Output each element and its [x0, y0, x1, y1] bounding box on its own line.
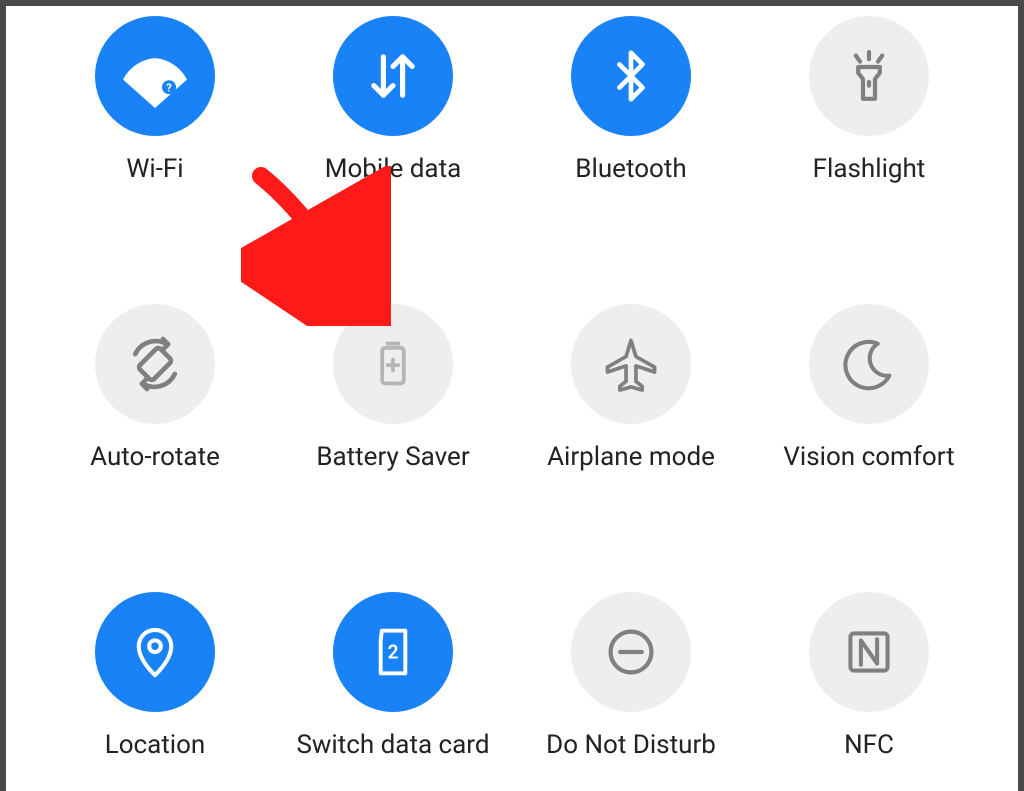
tile-label: Bluetooth: [575, 154, 686, 184]
tile-label: Switch data card: [296, 730, 489, 760]
tile-label: Mobile data: [325, 154, 461, 184]
auto-rotate-icon: [95, 304, 215, 424]
tile-bluetooth[interactable]: Bluetooth: [571, 16, 691, 184]
tile-flashlight[interactable]: Flashlight: [809, 16, 929, 184]
tile-label: Wi-Fi: [126, 154, 183, 184]
tile-label: Vision comfort: [783, 442, 954, 472]
battery-saver-icon: [333, 304, 453, 424]
nfc-icon: [809, 592, 929, 712]
quick-settings-grid: ? Wi-Fi Mobile data: [6, 16, 1018, 760]
tile-vision-comfort[interactable]: Vision comfort: [783, 304, 954, 472]
tile-label: Auto-rotate: [90, 442, 220, 472]
moon-icon: [809, 304, 929, 424]
tile-wifi[interactable]: ? Wi-Fi: [95, 16, 215, 184]
tile-label: NFC: [844, 730, 894, 760]
tile-mobile-data[interactable]: Mobile data: [325, 16, 461, 184]
tile-auto-rotate[interactable]: Auto-rotate: [90, 304, 220, 472]
quick-settings-panel: ? Wi-Fi Mobile data: [0, 0, 1024, 791]
tile-label: Airplane mode: [547, 442, 715, 472]
tile-label: Battery Saver: [316, 442, 469, 472]
mobile-data-icon: [333, 16, 453, 136]
tile-do-not-disturb[interactable]: Do Not Disturb: [546, 592, 716, 760]
tile-label: Location: [105, 730, 206, 760]
sim-card-icon: 2: [333, 592, 453, 712]
tile-battery-saver[interactable]: Battery Saver: [316, 304, 469, 472]
airplane-icon: [571, 304, 691, 424]
svg-text:?: ?: [166, 81, 172, 94]
do-not-disturb-icon: [571, 592, 691, 712]
tile-airplane-mode[interactable]: Airplane mode: [547, 304, 715, 472]
tile-location[interactable]: Location: [95, 592, 215, 760]
bluetooth-icon: [571, 16, 691, 136]
tile-switch-data-card[interactable]: 2 Switch data card: [296, 592, 489, 760]
wifi-icon: ?: [95, 16, 215, 136]
tile-nfc[interactable]: NFC: [809, 592, 929, 760]
tile-label: Do Not Disturb: [546, 730, 716, 760]
flashlight-icon: [809, 16, 929, 136]
svg-text:2: 2: [388, 641, 399, 664]
location-icon: [95, 592, 215, 712]
tile-label: Flashlight: [813, 154, 926, 184]
